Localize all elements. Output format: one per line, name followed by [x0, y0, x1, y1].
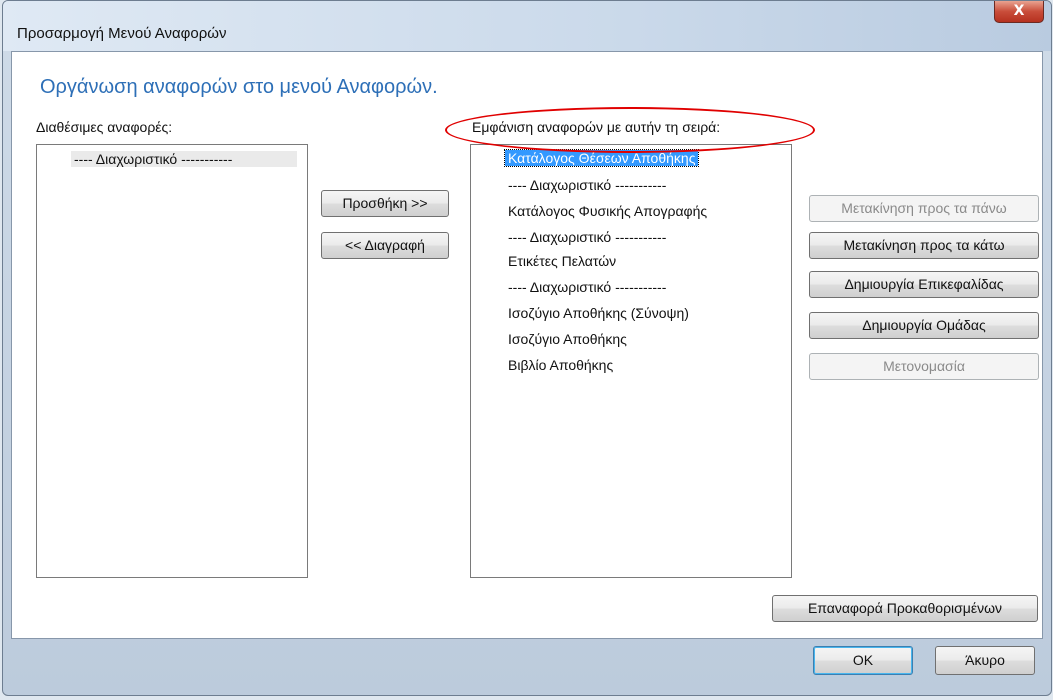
cancel-button[interactable]: Άκυρο	[935, 646, 1035, 675]
highlight-annotation	[445, 107, 815, 153]
add-button[interactable]: Προσθήκη >>	[321, 190, 449, 217]
list-item[interactable]: ---- Διαχωριστικό -----------	[71, 151, 297, 167]
page-title: Οργάνωση αναφορών στο μενού Αναφορών.	[40, 76, 438, 98]
list-item[interactable]: Κατάλογος Φυσικής Απογραφής	[505, 203, 710, 219]
create-group-button[interactable]: Δημιουργία Ομάδας	[809, 312, 1039, 339]
list-item[interactable]: ---- Διαχωριστικό -----------	[505, 229, 669, 245]
title-bar[interactable]: Προσαρμογή Μενού Αναφορών X	[3, 1, 1051, 51]
dialog-window: Προσαρμογή Μενού Αναφορών X Οργάνωση ανα…	[2, 0, 1052, 696]
rename-button[interactable]: Μετονομασία	[809, 353, 1039, 380]
remove-button[interactable]: << Διαγραφή	[321, 232, 449, 259]
ok-button[interactable]: OK	[813, 646, 913, 675]
list-item[interactable]: Ετικέτες Πελατών	[505, 253, 619, 269]
list-item[interactable]: Βιβλίο Αποθήκης	[505, 357, 616, 373]
dialog-footer: OK Άκυρο	[3, 639, 1051, 695]
move-down-button[interactable]: Μετακίνηση προς τα κάτω	[809, 232, 1039, 259]
list-item[interactable]: Ισοζύγιο Αποθήκης	[505, 331, 630, 347]
available-reports-list[interactable]: ---- Διαχωριστικό -----------	[36, 144, 308, 578]
restore-defaults-button[interactable]: Επαναφορά Προκαθορισμένων	[772, 595, 1038, 622]
close-icon[interactable]: X	[994, 1, 1044, 23]
display-order-list[interactable]: Κατάλογος Θέσεων Αποθήκης ---- Διαχωριστ…	[470, 144, 792, 578]
window-title: Προσαρμογή Μενού Αναφορών	[17, 25, 227, 42]
create-header-button[interactable]: Δημιουργία Επικεφαλίδας	[809, 271, 1039, 298]
list-item[interactable]: Ισοζύγιο Αποθήκης (Σύνοψη)	[505, 305, 692, 321]
move-up-button[interactable]: Μετακίνηση προς τα πάνω	[809, 195, 1039, 222]
list-item[interactable]: ---- Διαχωριστικό -----------	[505, 177, 669, 193]
available-reports-label: Διαθέσιμες αναφορές:	[36, 119, 173, 135]
list-item[interactable]: ---- Διαχωριστικό -----------	[505, 279, 669, 295]
